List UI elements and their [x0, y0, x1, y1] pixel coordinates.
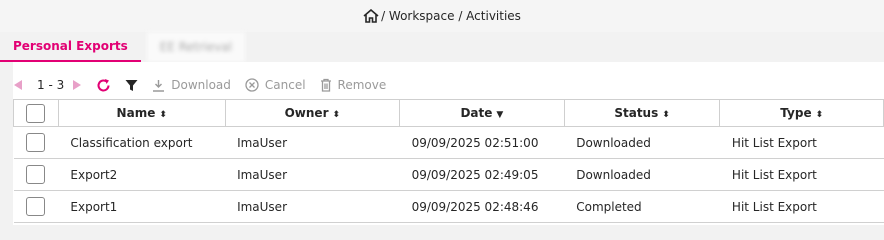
filter-button[interactable]	[125, 79, 144, 92]
download-button[interactable]: Download	[152, 78, 231, 92]
row-select-cell	[13, 190, 59, 223]
remove-button[interactable]: Remove	[320, 78, 387, 92]
cell-date: 09/09/2025 02:48:46	[399, 190, 565, 223]
cell-date: 09/09/2025 02:51:00	[399, 126, 565, 159]
tab-bar: Personal Exports EE Retrieval	[0, 32, 884, 62]
exports-panel: 1 - 3 Download Cancel Remove Name ⬍ Owne…	[13, 62, 884, 225]
cell-name: Export1	[58, 190, 226, 223]
cell-owner: ImaUser	[225, 126, 400, 159]
cell-type: Hit List Export	[719, 126, 884, 159]
prev-page-button[interactable]	[13, 79, 29, 91]
column-header-status[interactable]: Status ⬍	[563, 99, 721, 127]
column-label: Date	[460, 106, 493, 120]
cancel-button[interactable]: Cancel	[245, 78, 306, 92]
column-label: Type	[780, 106, 812, 120]
sort-desc-icon: ▼	[496, 110, 504, 120]
remove-label: Remove	[337, 78, 387, 92]
tab-label: EE Retrieval	[159, 40, 233, 54]
trash-icon	[320, 78, 331, 92]
toolbar: 1 - 3 Download Cancel Remove	[13, 72, 400, 98]
column-header-name[interactable]: Name ⬍	[57, 99, 226, 127]
row-select-cell	[13, 158, 59, 191]
cell-type: Hit List Export	[719, 158, 884, 191]
table-row[interactable]: Export1 ImaUser 09/09/2025 02:48:46 Comp…	[13, 190, 884, 223]
cancel-icon	[245, 78, 259, 92]
sort-icon: ⬍	[332, 110, 341, 120]
column-header-owner[interactable]: Owner ⬍	[224, 99, 401, 127]
download-icon	[153, 79, 165, 92]
tab-blurred[interactable]: EE Retrieval	[146, 32, 246, 62]
cell-status: Downloaded	[564, 158, 720, 191]
prev-page-icon	[14, 80, 22, 90]
column-header-type[interactable]: Type ⬍	[719, 99, 884, 127]
cell-name: Export2	[58, 158, 226, 191]
cancel-label: Cancel	[264, 78, 306, 92]
select-all-cell	[13, 99, 59, 127]
page-range: 1 - 3	[37, 78, 65, 92]
cell-status: Downloaded	[564, 126, 720, 159]
cell-owner: ImaUser	[225, 190, 400, 223]
cell-type: Hit List Export	[719, 190, 884, 223]
next-page-icon	[73, 80, 82, 90]
tab-label: Personal Exports	[13, 39, 128, 53]
row-checkbox[interactable]	[26, 197, 46, 216]
breadcrumb-path[interactable]: / Workspace / Activities	[381, 9, 521, 23]
row-select-cell	[13, 126, 59, 159]
table-row[interactable]: Classification export ImaUser 09/09/2025…	[13, 126, 884, 159]
home-icon[interactable]	[363, 9, 379, 23]
refresh-icon	[97, 78, 110, 91]
exports-table: Name ⬍ Owner ⬍ Date ▼ Status ⬍ Type ⬍ Class	[13, 99, 884, 223]
column-header-date[interactable]: Date ▼	[399, 99, 565, 127]
cell-status: Completed	[564, 190, 720, 223]
sort-icon: ⬍	[815, 110, 824, 120]
cell-name: Classification export	[58, 126, 226, 159]
next-page-button[interactable]	[72, 79, 88, 91]
filter-icon	[125, 79, 138, 91]
column-label: Name	[116, 106, 156, 120]
sort-icon: ⬍	[159, 110, 167, 120]
tab-personal-exports[interactable]: Personal Exports	[0, 32, 141, 62]
download-label: Download	[171, 78, 231, 92]
table-header-row: Name ⬍ Owner ⬍ Date ▼ Status ⬍ Type ⬍	[13, 99, 884, 127]
cell-date: 09/09/2025 02:49:05	[399, 158, 565, 191]
table-row[interactable]: Export2 ImaUser 09/09/2025 02:49:05 Down…	[13, 158, 884, 191]
column-label: Status	[614, 106, 659, 120]
row-checkbox[interactable]	[26, 165, 46, 184]
refresh-button[interactable]	[96, 78, 117, 93]
cell-owner: ImaUser	[225, 158, 400, 191]
breadcrumb: / Workspace / Activities	[0, 0, 884, 32]
sort-icon: ⬍	[662, 110, 670, 120]
row-checkbox[interactable]	[26, 133, 46, 152]
column-label: Owner	[284, 106, 329, 120]
select-all-checkbox[interactable]	[26, 103, 46, 123]
